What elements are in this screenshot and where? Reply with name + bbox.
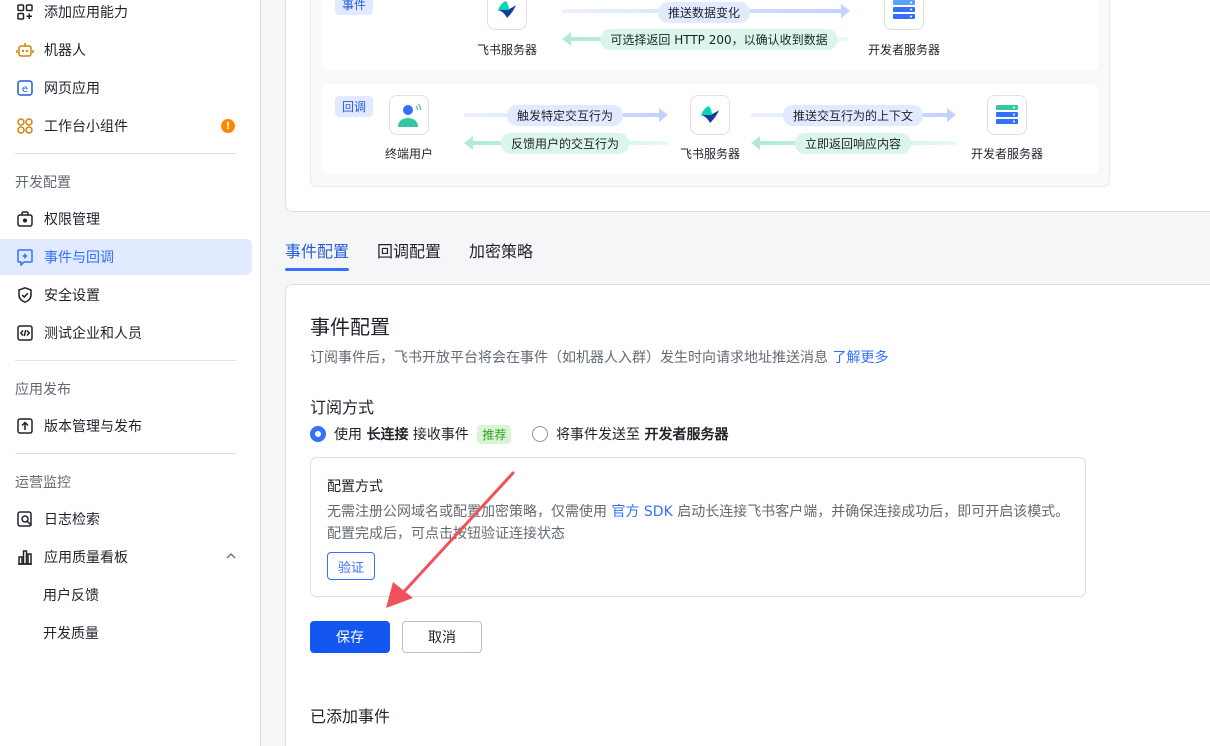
feishu-server-label: 飞书服务器 <box>476 43 537 57</box>
shield-icon <box>16 286 34 304</box>
sidebar-item-security[interactable]: 安全设置 <box>0 277 252 313</box>
config-method-title: 配置方式 <box>327 479 383 495</box>
chevron-up-icon[interactable] <box>224 549 238 567</box>
event-return-label: 可选择返回 HTTP 200，以确认收到数据 <box>600 29 838 50</box>
radio-long-connection-label[interactable]: 使用 长连接 接收事件 推荐 <box>334 424 512 444</box>
cancel-button[interactable]: 取消 <box>402 621 482 653</box>
sidebar-item-label: 安全设置 <box>44 288 100 304</box>
sidebar-item-label: 测试企业和人员 <box>44 326 142 342</box>
feishu-server-label: 飞书服务器 <box>679 147 740 161</box>
upload-icon <box>16 417 34 435</box>
sidebar-item-dev-quality[interactable]: 开发质量 <box>0 615 252 651</box>
sidebar-item-robot[interactable]: 机器人 <box>0 32 252 68</box>
radio-long-connection[interactable] <box>310 426 326 442</box>
opt2-bold: 开发者服务器 <box>644 427 729 443</box>
section-title-publish: 应用发布 <box>15 382 71 398</box>
learn-more-link[interactable]: 了解更多 <box>832 350 888 366</box>
server-icon <box>987 95 1027 135</box>
grid-plus-icon <box>16 3 34 21</box>
widget-icon <box>16 117 34 135</box>
feedback-label: 反馈用户的交互行为 <box>500 133 630 154</box>
sidebar-item-widget[interactable]: 工作台小组件 ! <box>0 108 252 144</box>
divider <box>15 153 236 154</box>
opt1-bold: 长连接 <box>366 427 409 443</box>
added-events-title: 已添加事件 <box>310 707 391 726</box>
subscription-title: 订阅方式 <box>310 398 375 417</box>
sidebar-item-version[interactable]: 版本管理与发布 <box>0 408 252 444</box>
svg-text:e: e <box>22 84 28 95</box>
radio-dev-server[interactable] <box>532 426 548 442</box>
sidebar-item-label: 用户反馈 <box>43 588 99 604</box>
sidebar-item-quality-board[interactable]: 应用质量看板 <box>0 539 252 575</box>
sidebar-item-label: 开发质量 <box>43 626 99 642</box>
feishu-logo-icon <box>690 95 730 135</box>
sidebar-item-add-capability[interactable]: 添加应用能力 <box>0 0 252 30</box>
tab-callback-config[interactable]: 回调配置 <box>377 238 441 262</box>
feishu-logo-icon <box>487 0 527 30</box>
description-text: 订阅事件后，飞书开放平台将会在事件（如机器人入群）发生时向请求地址推送消息 <box>310 350 828 366</box>
permission-icon <box>16 210 34 228</box>
sidebar-item-label: 权限管理 <box>44 212 100 228</box>
robot-icon <box>16 41 34 59</box>
test-code-icon <box>16 324 34 342</box>
tab-encryption[interactable]: 加密策略 <box>469 238 533 262</box>
sidebar-item-events-callbacks[interactable]: 事件与回调 <box>0 239 252 275</box>
sidebar-item-label: 工作台小组件 <box>44 119 128 135</box>
page-description: 订阅事件后，飞书开放平台将会在事件（如机器人入群）发生时向请求地址推送消息 了解… <box>310 347 888 367</box>
end-user-label: 终端用户 <box>384 147 433 161</box>
warning-badge: ! <box>221 119 235 133</box>
divider <box>15 453 236 454</box>
section-title-dev: 开发配置 <box>15 175 71 191</box>
config-text-a: 无需注册公网域名或配置加密策略，仅需使用 <box>327 504 607 520</box>
sidebar-item-label: 网页应用 <box>44 81 100 97</box>
opt2-prefix: 将事件发送至 <box>556 427 640 443</box>
event-callback-icon <box>16 248 34 266</box>
sidebar-item-label: 机器人 <box>44 43 86 59</box>
tab-active-indicator <box>285 268 349 271</box>
event-push-label: 推送数据变化 <box>657 2 751 23</box>
sidebar-item-user-feedback[interactable]: 用户反馈 <box>0 577 252 613</box>
config-line-2: 配置完成后，可点击按钮验证连接状态 <box>327 526 565 542</box>
return-resp-label: 立即返回响应内容 <box>794 133 912 154</box>
verify-button[interactable]: 验证 <box>327 552 375 580</box>
sidebar: 添加应用能力 机器人 e 网页应用 工作台小组件 ! 开发配置 权限管理 事件与… <box>0 0 261 746</box>
tab-event-config[interactable]: 事件配置 <box>285 238 349 262</box>
divider <box>15 360 236 361</box>
sidebar-item-label: 事件与回调 <box>44 250 114 266</box>
log-search-icon <box>16 510 34 528</box>
web-app-icon: e <box>16 79 34 97</box>
sidebar-item-label: 日志检索 <box>44 512 100 528</box>
bar-chart-icon <box>16 548 34 566</box>
radio-dev-server-label[interactable]: 将事件发送至 开发者服务器 <box>556 424 728 444</box>
config-text-b: 启动长连接飞书客户端，并确保连接成功后，即可开启该模式。 <box>677 504 1070 520</box>
recommend-badge: 推荐 <box>477 425 512 444</box>
push-context-label: 推送交互行为的上下文 <box>782 105 924 126</box>
opt1-suffix: 接收事件 <box>412 427 469 443</box>
sidebar-item-permissions[interactable]: 权限管理 <box>0 201 252 237</box>
official-sdk-link[interactable]: 官方 SDK <box>611 504 672 520</box>
dev-server-label: 开发者服务器 <box>970 147 1043 161</box>
save-button[interactable]: 保存 <box>310 621 390 653</box>
page-title: 事件配置 <box>310 315 390 339</box>
opt1-prefix: 使用 <box>334 427 362 443</box>
server-icon <box>884 0 924 30</box>
trigger-label: 触发特定交互行为 <box>506 105 624 126</box>
section-title-ops: 运营监控 <box>15 475 71 491</box>
sidebar-item-test-tenants[interactable]: 测试企业和人员 <box>0 315 252 351</box>
sidebar-item-label: 应用质量看板 <box>44 550 128 566</box>
callback-tag: 回调 <box>335 96 374 117</box>
dev-server-label: 开发者服务器 <box>867 43 940 57</box>
sidebar-item-label: 版本管理与发布 <box>44 419 142 435</box>
config-line-1: 无需注册公网域名或配置加密策略，仅需使用 官方 SDK 启动长连接飞书客户端，并… <box>327 501 1069 521</box>
sidebar-item-web-app[interactable]: e 网页应用 <box>0 70 252 106</box>
sidebar-item-label: 添加应用能力 <box>44 5 128 21</box>
user-icon <box>389 95 429 135</box>
event-tag: 事件 <box>335 0 374 15</box>
sidebar-item-log-search[interactable]: 日志检索 <box>0 501 252 537</box>
